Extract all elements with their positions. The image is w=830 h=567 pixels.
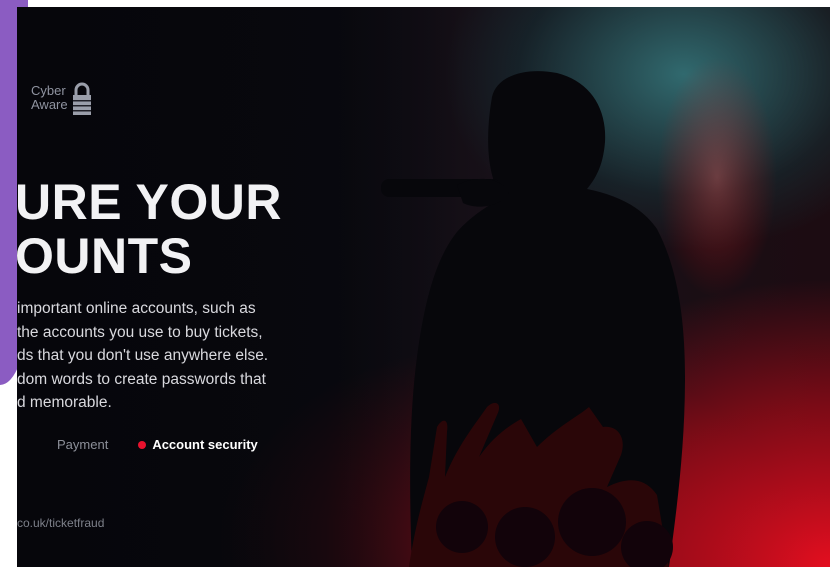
logo-text: Cyber Aware — [31, 83, 68, 112]
footer-url[interactable]: co.uk/ticketfraud — [17, 516, 104, 530]
tab-account-security[interactable]: Account security — [138, 437, 258, 452]
tab-payment[interactable]: Payment — [57, 437, 108, 452]
headline-line-2: OUNTS — [17, 228, 193, 284]
cyber-aware-logo: Cyber Aware — [31, 81, 92, 115]
body-line-2: the accounts you use to buy tickets, — [17, 323, 263, 341]
body-line-1: important online accounts, such as — [17, 300, 256, 317]
body-line-5: d memorable. — [17, 394, 112, 411]
body-line-4: dom words to create passwords that — [17, 370, 266, 388]
poster-image: Cyber Aware URE YOUR OUNTS important onl… — [17, 7, 830, 567]
red-dot-icon — [138, 440, 147, 449]
body-line-3: ds that you don't use anywhere else. — [17, 347, 269, 364]
performer-silhouette — [381, 57, 777, 567]
stage-light — [657, 57, 777, 297]
topic-tabs: Payment Account security — [57, 437, 258, 452]
headline-line-1: URE YOUR — [17, 174, 283, 230]
lock-icon — [72, 82, 91, 115]
tab-account-security-label: Account security — [152, 437, 258, 452]
page-headline: URE YOUR OUNTS — [17, 175, 282, 283]
body-paragraph: important online accounts, such as the a… — [17, 297, 377, 415]
